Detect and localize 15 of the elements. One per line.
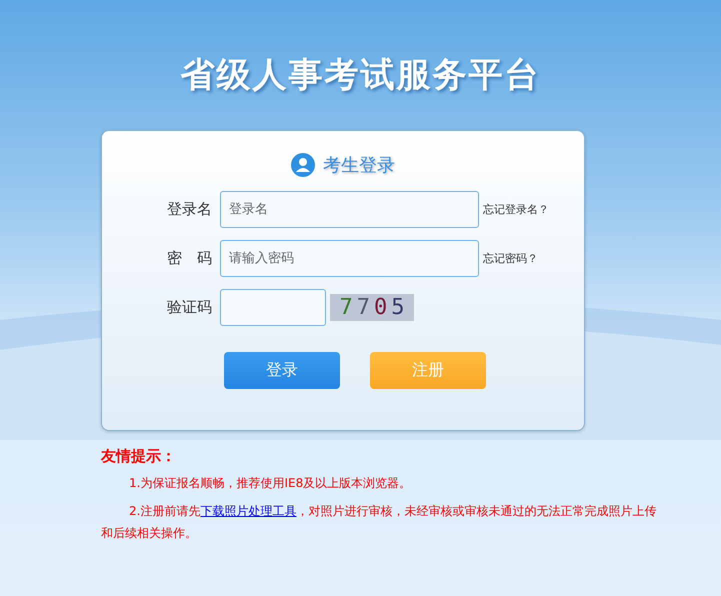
field-label: 密 码	[166, 249, 212, 268]
input-field[interactable]: 请输入密码	[220, 240, 479, 277]
user-icon	[291, 153, 315, 177]
site-title: 省级人事考试服务平台	[180, 54, 542, 97]
field-label: 验证码	[166, 298, 212, 317]
tips-title: 友情提示：	[101, 447, 177, 466]
download-link[interactable]: 下载照片处理工具	[200, 504, 296, 518]
tip-text: 2.注册前请先下载照片处理工具，对照片进行审核，未经审核或审核未通过的无法正常完成照片上传和后续相关操作。	[101, 503, 658, 542]
captcha-field[interactable]	[220, 289, 326, 326]
forgot-link[interactable]: 忘记登录名？	[483, 202, 549, 217]
field-label: 登录名	[166, 200, 212, 219]
input-field[interactable]: 登录名	[220, 191, 479, 228]
forgot-link[interactable]: 忘记密码？	[483, 251, 538, 266]
login-heading: 考生登录	[323, 154, 395, 177]
tip-text: 1.为保证报名顺畅，推荐使用IE8及以上版本浏览器。	[128, 475, 412, 492]
